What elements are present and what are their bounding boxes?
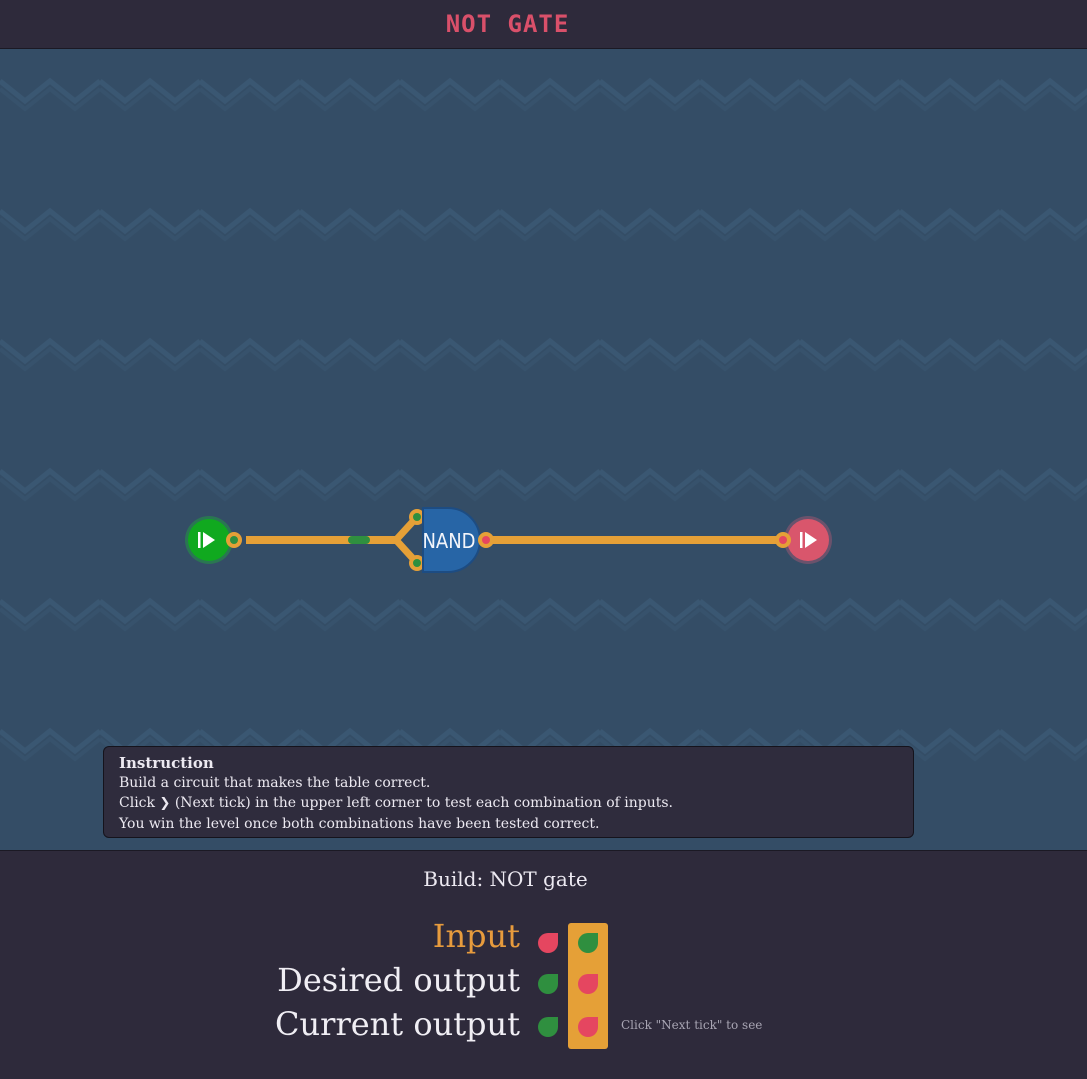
truth-table-panel: Build: NOT gate Input Desired output Cur… [0, 851, 1087, 1079]
nand-gate[interactable]: NAND [409, 507, 494, 573]
cell-desired-output-1-on [538, 974, 558, 994]
instruction-line-2: Click ❯ (Next tick) in the upper left co… [119, 793, 898, 814]
truth-table-title: Build: NOT gate [423, 867, 588, 891]
output-node[interactable] [784, 516, 832, 564]
instruction-line-2-start: Click [119, 795, 155, 811]
gate-label: NAND [422, 529, 475, 553]
level-title: NOT GATE [445, 10, 570, 38]
output-node-pin[interactable] [775, 532, 791, 548]
input-node-pin[interactable] [226, 532, 242, 548]
row-label-input: Input [432, 917, 520, 955]
wire-input-to-gate[interactable] [230, 514, 420, 566]
cell-desired-output-2-off [578, 974, 598, 994]
instruction-panel: Instruction Build a circuit that makes t… [103, 746, 914, 838]
circuit-board[interactable]: NAND Instruction Build a circuit that ma… [0, 49, 1087, 851]
instruction-line-3: You win the level once both combinations… [119, 816, 600, 832]
cell-current-output-2-off [578, 1017, 598, 1037]
gate-output-pin[interactable] [478, 532, 494, 548]
circuit[interactable]: NAND [0, 49, 1087, 850]
top-bar: NOT GATE [0, 0, 1087, 49]
cell-input-2-on [578, 933, 598, 953]
cell-input-1-off [538, 933, 558, 953]
instruction-line-1: Build a circuit that makes the table cor… [119, 775, 431, 791]
row-label-current-output: Current output [275, 1005, 520, 1043]
wire-signal-on [348, 536, 370, 544]
cell-current-output-1-on [538, 1017, 558, 1037]
instruction-title: Instruction [119, 754, 214, 772]
chevron-right-icon: ❯ [159, 796, 171, 811]
instruction-line-2-end: (Next tick) in the upper left corner to … [174, 795, 673, 811]
next-tick-hint: Click "Next tick" to see [621, 1018, 763, 1032]
row-label-desired-output: Desired output [277, 961, 520, 999]
